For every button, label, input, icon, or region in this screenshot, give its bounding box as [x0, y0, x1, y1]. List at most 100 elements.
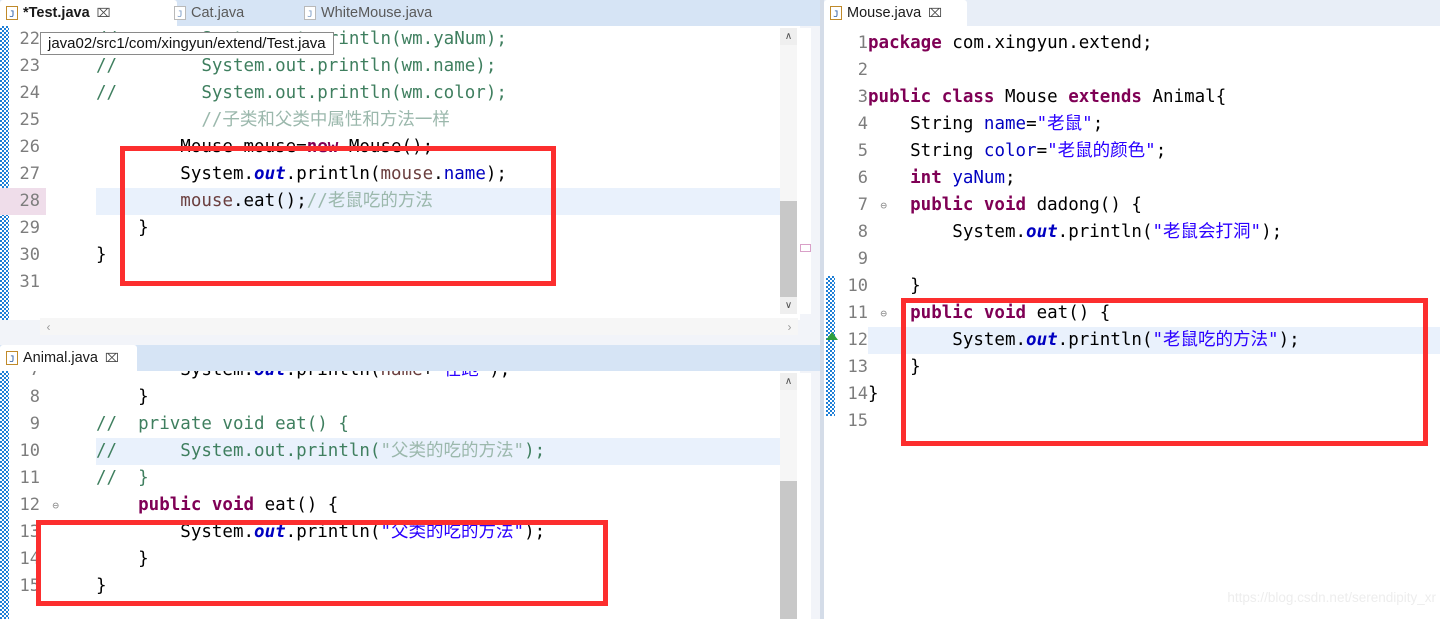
code-token: "老鼠会打洞"	[1152, 222, 1262, 242]
code-token: //老鼠吃的方法	[306, 191, 433, 211]
code-token: out	[254, 164, 286, 184]
code-token: }	[96, 218, 149, 238]
code-token: ;	[1005, 168, 1016, 188]
code-line[interactable]: System.out.println(mouse.name);	[96, 161, 800, 188]
code-line[interactable]: }	[96, 384, 800, 411]
code-token: }	[868, 384, 879, 404]
overview-ruler-top-left[interactable]	[797, 28, 811, 314]
code-line[interactable]	[96, 269, 800, 296]
svg-text:J: J	[307, 10, 312, 20]
code-token: );	[485, 164, 507, 184]
code-token: );	[524, 522, 546, 542]
line-number: 8	[857, 222, 868, 242]
scroll-up-arrow-icon[interactable]: ∧	[780, 28, 797, 45]
code-line[interactable]: public void eat() {	[96, 492, 800, 519]
source-code-area[interactable]: // System.out.println(wm.yaNum);// Syste…	[96, 26, 800, 296]
code-token: out	[1026, 330, 1058, 350]
code-line[interactable]: public void dadong() {	[868, 192, 1440, 219]
scrollbar-thumb[interactable]	[780, 201, 797, 305]
code-token: =	[1026, 114, 1037, 134]
svg-text:J: J	[9, 10, 14, 20]
code-token: // System.out.println(wm.color);	[96, 83, 507, 103]
code-line[interactable]: // }	[96, 465, 800, 492]
code-token: );	[1278, 330, 1300, 350]
horizontal-scrollbar-top-left[interactable]: ‹ ›	[40, 318, 798, 335]
code-line[interactable]: // private void eat() {	[96, 411, 800, 438]
code-token: int	[868, 168, 942, 188]
code-line[interactable]: }	[96, 242, 800, 269]
eclipse-workbench: J *Test.java ⌧ J Cat.java J WhiteMouse.j…	[0, 0, 1440, 619]
code-token: .println(	[285, 522, 381, 542]
code-token: );	[1261, 222, 1283, 242]
vertical-scrollbar-bottom-left[interactable]: ∧	[780, 373, 797, 619]
code-line[interactable]: public void eat() {	[868, 300, 1440, 327]
scroll-left-arrow-icon[interactable]: ‹	[40, 318, 57, 335]
code-line[interactable]: }	[868, 381, 1440, 408]
code-line[interactable]: mouse.eat();//老鼠吃的方法	[96, 188, 800, 215]
line-number: 3	[857, 87, 868, 107]
tab-whitemouse-java[interactable]: J WhiteMouse.java	[298, 0, 513, 26]
code-line[interactable]	[868, 246, 1440, 273]
tab-animal-java[interactable]: J Animal.java ⌧	[0, 345, 137, 371]
code-line[interactable]	[868, 57, 1440, 84]
code-line[interactable]: int yaNum;	[868, 165, 1440, 192]
code-line[interactable]: }	[868, 273, 1440, 300]
java-file-icon: J	[6, 6, 18, 20]
line-number-ruler: 1 2 3 4 5 6 7 ⊖ 8 9 10 11 ⊖ 12 13 14 15	[824, 30, 887, 435]
close-icon[interactable]: ⌧	[928, 6, 942, 20]
scrollbar-thumb[interactable]	[780, 481, 797, 619]
code-line[interactable]: String name="老鼠";	[868, 111, 1440, 138]
tab-label: Cat.java	[191, 5, 245, 21]
code-line[interactable]: package com.xingyun.extend;	[868, 30, 1440, 57]
code-token: .	[433, 164, 444, 184]
close-icon[interactable]: ⌧	[97, 6, 111, 20]
scroll-right-arrow-icon[interactable]: ›	[781, 318, 798, 335]
line-number: 2	[857, 60, 868, 80]
code-token: Mouse mouse=	[96, 137, 307, 157]
code-token: String	[868, 141, 984, 161]
code-token: .println(	[286, 371, 381, 380]
fold-toggle-icon[interactable]: ⊖	[52, 492, 59, 519]
code-editor-test-java[interactable]: 22232425262728293031 // System.out.print…	[0, 26, 800, 320]
green-triangle-marker-icon	[826, 332, 838, 340]
tab-mouse-java[interactable]: J Mouse.java ⌧	[824, 0, 967, 26]
close-icon[interactable]: ⌧	[105, 351, 119, 365]
code-line[interactable]: System.out.println("老鼠会打洞");	[868, 219, 1440, 246]
line-number: 23	[19, 56, 40, 76]
code-line[interactable]: // System.out.println("父类的吃的方法");	[96, 438, 800, 465]
overview-marker[interactable]	[800, 244, 811, 252]
code-line[interactable]: // System.out.println(wm.color);	[96, 80, 800, 107]
line-number: 30	[19, 245, 40, 265]
scroll-down-arrow-icon[interactable]: ∨	[780, 297, 797, 314]
code-token: color	[983, 141, 1037, 161]
line-number: 13	[19, 522, 40, 542]
code-line[interactable]: System.out.println(name+"在跑");	[96, 371, 800, 384]
code-token: mouse	[380, 164, 434, 184]
tab-cat-java[interactable]: J Cat.java	[168, 0, 313, 26]
code-line[interactable]: Mouse mouse=new Mouse();	[96, 134, 800, 161]
code-line[interactable]: }	[96, 573, 800, 600]
code-token: eat() {	[1026, 303, 1111, 323]
scroll-up-arrow-icon[interactable]: ∧	[780, 373, 797, 390]
code-line[interactable]: //子类和父类中属性和方法一样	[96, 107, 800, 134]
tab-test-java[interactable]: J *Test.java ⌧	[0, 0, 177, 26]
source-code-area[interactable]: package com.xingyun.extend; public class …	[868, 30, 1440, 435]
line-number: 10	[19, 441, 40, 461]
code-token: new	[306, 137, 339, 157]
code-line[interactable]: System.out.println("父类的吃的方法");	[96, 519, 800, 546]
code-editor-mouse-java[interactable]: 1 2 3 4 5 6 7 ⊖ 8 9 10 11 ⊖ 12 13 14 15 package com.xing…	[824, 26, 1440, 619]
code-line[interactable]: }	[96, 215, 800, 242]
code-token: eat() {	[254, 495, 339, 515]
vertical-scrollbar-top-left[interactable]: ∧ ∨	[780, 28, 797, 314]
code-line[interactable]: public class Mouse extends Animal{	[868, 84, 1440, 111]
code-line[interactable]: }	[868, 354, 1440, 381]
overview-ruler-bottom-left[interactable]	[797, 373, 811, 619]
code-line[interactable]	[868, 408, 1440, 435]
code-line[interactable]: // System.out.println(wm.name);	[96, 53, 800, 80]
code-line[interactable]: }	[96, 546, 800, 573]
code-line[interactable]: System.out.println("老鼠吃的方法");	[868, 327, 1440, 354]
code-editor-animal-java[interactable]: 789101112⊖131415 System.out.println(name…	[0, 371, 800, 619]
source-code-area[interactable]: System.out.println(name+"在跑"); }// priva…	[96, 371, 800, 600]
code-token: // }	[96, 468, 149, 488]
code-line[interactable]: String color="老鼠的颜色";	[868, 138, 1440, 165]
